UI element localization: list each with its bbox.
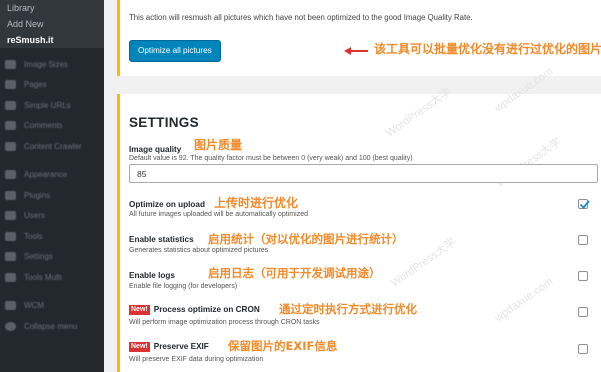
menu-tools-multi[interactable]: Tools Multi xyxy=(0,267,104,288)
preserve-exif-annotation: 保留图片的EXIF信息 xyxy=(228,339,338,353)
enable-statistics-help: Generates statistics about optimized pic… xyxy=(129,247,269,254)
process-cron-annotation: 通过定时执行方式进行优化 xyxy=(279,302,417,316)
arrow-left-icon xyxy=(344,47,368,55)
menu-wcm[interactable]: WCM xyxy=(0,296,104,317)
media-submenu: Library Add New reSmush.it xyxy=(0,0,104,48)
link-icon xyxy=(5,100,16,110)
preserve-exif-checkbox[interactable] xyxy=(578,344,588,354)
enable-logs-help: Enable file logging (for developers) xyxy=(129,283,238,290)
optimize-on-upload-checkbox[interactable] xyxy=(578,199,590,209)
tools-icon xyxy=(5,272,16,282)
image-quality-label: Image quality xyxy=(129,145,182,154)
menu-collapse[interactable]: Collapse menu xyxy=(0,316,104,337)
image-quality-input[interactable] xyxy=(129,164,598,183)
optimize-all-button[interactable]: Optimize all pictures xyxy=(129,40,221,62)
menu-content-crawler[interactable]: Content Crawler xyxy=(0,136,104,157)
comment-icon xyxy=(5,121,16,131)
brush-icon xyxy=(5,170,16,180)
enable-statistics-checkbox[interactable] xyxy=(578,235,588,245)
image-icon xyxy=(5,59,16,69)
plugin-icon xyxy=(5,190,16,200)
settings-heading: SETTINGS xyxy=(129,115,199,130)
menu-simple-urls[interactable]: Simple URLs xyxy=(0,95,104,116)
settings-icon xyxy=(5,252,16,262)
menu-plugins[interactable]: Plugins xyxy=(0,185,104,206)
submenu-library[interactable]: Library xyxy=(0,0,104,16)
enable-statistics-label: Enable statistics xyxy=(129,235,194,244)
wrench-icon xyxy=(5,231,16,241)
submenu-resmush[interactable]: reSmush.it xyxy=(0,32,104,48)
wcm-icon xyxy=(5,301,16,311)
enable-statistics-annotation: 启用统计（对以优化的图片进行统计） xyxy=(208,232,404,246)
collapse-icon xyxy=(5,321,16,331)
process-cron-checkbox[interactable] xyxy=(578,307,588,317)
settings-card: WordPress大学 wpdaxue.com WordPress大学 Word… xyxy=(117,66,601,372)
process-cron-label: New! Process optimize on CRON xyxy=(129,305,260,315)
admin-sidebar: Library Add New reSmush.it Image Sizes P… xyxy=(0,0,104,372)
menu-appearance[interactable]: Appearance xyxy=(0,165,104,186)
users-icon xyxy=(5,211,16,221)
watermark: wpdaxue.com xyxy=(492,275,556,325)
menu-users[interactable]: Users xyxy=(0,206,104,227)
menu-tools[interactable]: Tools xyxy=(0,226,104,247)
crawler-icon xyxy=(5,141,16,151)
optimize-all-description: This action will resmush all pictures wh… xyxy=(129,13,473,22)
submenu-add-new[interactable]: Add New xyxy=(0,16,104,32)
optimize-on-upload-label: Optimize on upload xyxy=(129,200,205,209)
new-badge: New! xyxy=(129,342,150,352)
page-icon xyxy=(5,80,16,90)
process-cron-help: Will perform image optimization process … xyxy=(129,319,320,326)
menu-settings[interactable]: Settings xyxy=(0,247,104,268)
menu-image-sizes[interactable]: Image Sizes xyxy=(0,54,104,75)
enable-logs-annotation: 启用日志（可用于开发调试用途） xyxy=(208,266,381,280)
optimize-all-annotation: 该工具可以批量优化没有进行过优化的图片 xyxy=(374,42,601,56)
checkmark-icon xyxy=(579,200,590,209)
preserve-exif-help: Will preserve EXIF data during optimizat… xyxy=(129,356,264,363)
optimize-on-upload-help: All future images uploaded will be autom… xyxy=(129,211,308,218)
menu-comments[interactable]: Comments xyxy=(0,116,104,137)
optimize-all-card: This action will resmush all pictures wh… xyxy=(117,0,601,76)
enable-logs-label: Enable logs xyxy=(129,271,175,280)
preserve-exif-label: New! Preserve EXIF xyxy=(129,342,209,352)
enable-logs-checkbox[interactable] xyxy=(578,271,588,281)
menu-pages[interactable]: Pages xyxy=(0,75,104,96)
image-quality-help: Default value is 92. The quality factor … xyxy=(129,155,413,162)
new-badge: New! xyxy=(129,305,150,315)
watermark: WordPress大学 xyxy=(384,86,454,140)
optimize-on-upload-annotation: 上传时进行优化 xyxy=(214,196,299,210)
image-quality-annotation: 图片质量 xyxy=(194,138,243,152)
